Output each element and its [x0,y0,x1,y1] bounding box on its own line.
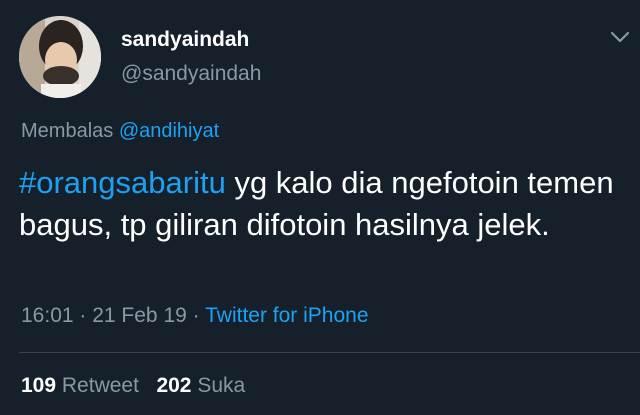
meta-separator: · [186,304,206,327]
user-handle[interactable]: @sandyaindah [121,62,261,86]
avatar-photo [19,16,101,98]
tweet-text: #orangsabaritu yg kalo dia ngefotoin tem… [19,162,629,246]
likes-count: 202 [156,374,192,397]
tweet-meta: 16:01 · 21 Feb 19 · Twitter for iPhone [21,304,369,328]
chevron-down-icon[interactable] [608,28,632,46]
likes-label: Suka [197,374,246,397]
divider [19,352,640,353]
retweets-count: 109 [21,374,57,397]
retweets-label: Retweet [61,374,139,397]
reply-prefix: Membalas [21,120,119,142]
reply-context: Membalas @andihiyat [21,120,219,143]
likes-stat[interactable]: 202 Suka [156,374,245,397]
display-name[interactable]: sandyaindah [121,28,249,52]
tweet-stats: 109 Retweet 202 Suka [21,374,245,398]
meta-separator: · [73,304,93,327]
tweet-time: 16:01 [21,304,74,327]
tweet-date: 21 Feb 19 [92,304,187,327]
retweets-stat[interactable]: 109 Retweet [21,374,139,397]
reply-mention-link[interactable]: @andihiyat [119,120,219,142]
avatar[interactable] [19,16,101,98]
tweet-source-link[interactable]: Twitter for iPhone [205,304,368,327]
hashtag-link[interactable]: #orangsabaritu [19,165,226,200]
